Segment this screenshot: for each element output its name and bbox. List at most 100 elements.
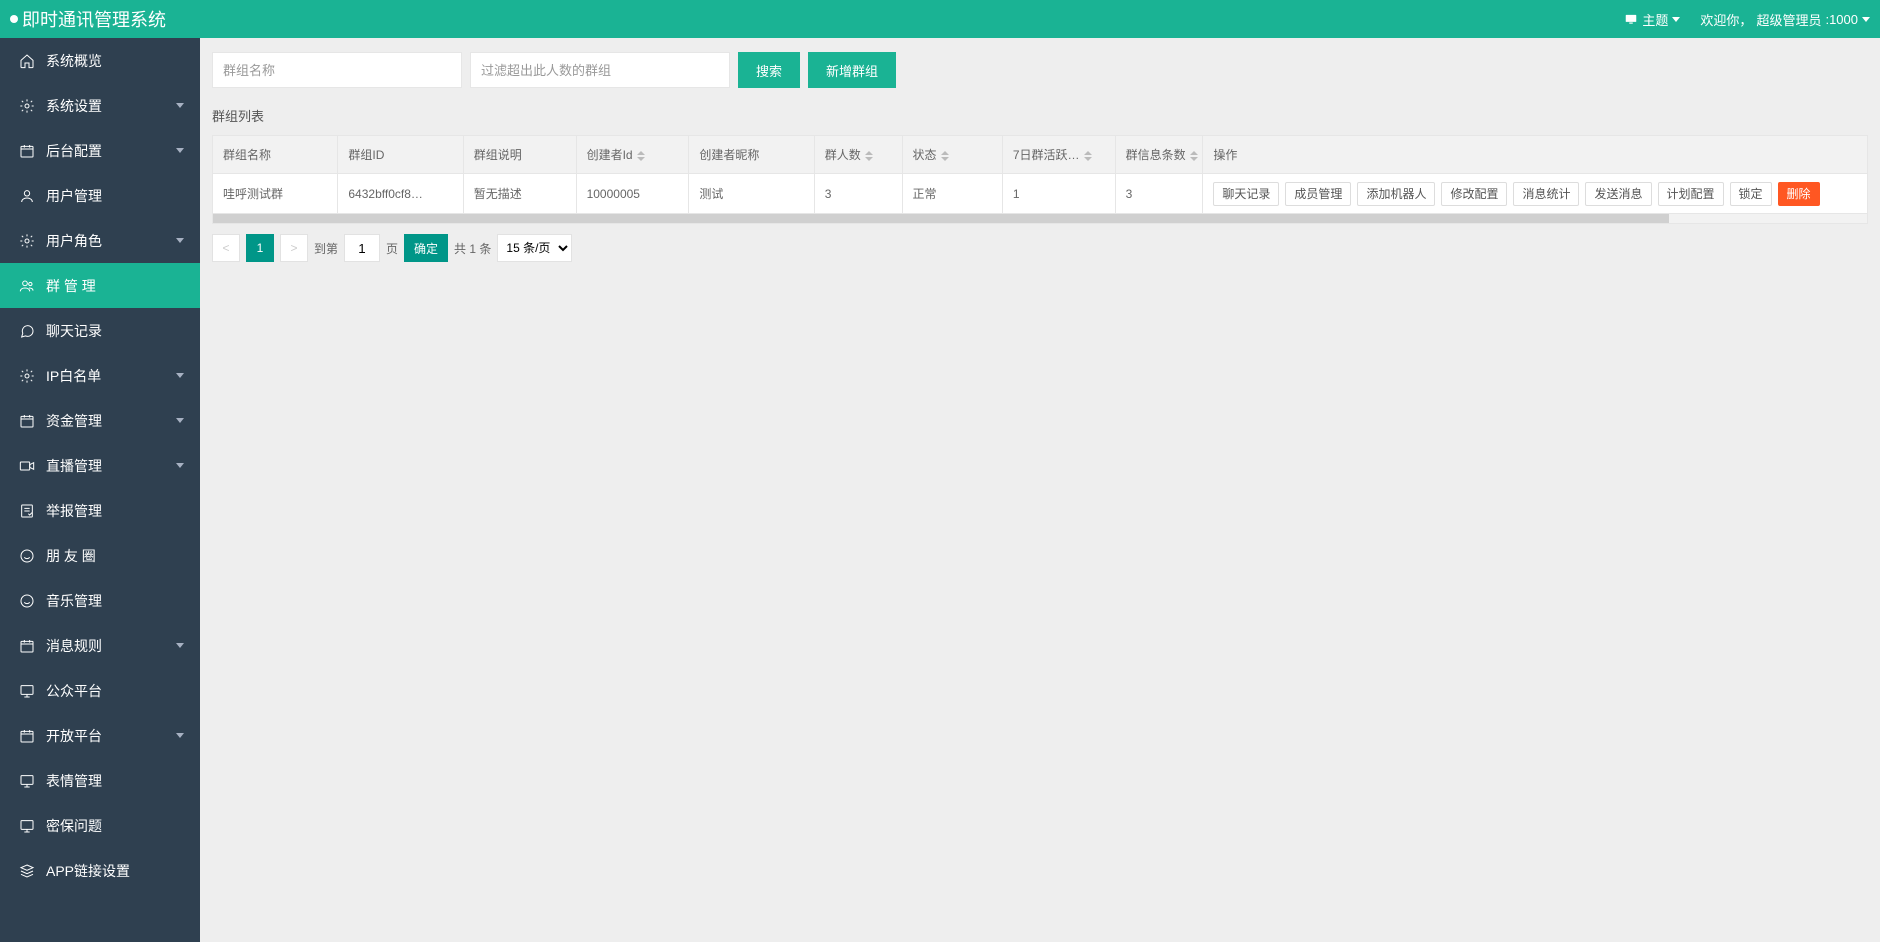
gear-icon [18, 97, 36, 115]
pager: < 1 > 到第 页 确定 共 1 条 15 条/页30 条/页50 条/页 [212, 234, 1868, 262]
cell: 6432bff0cf8… [338, 174, 463, 214]
horizontal-scrollbar[interactable] [212, 214, 1868, 224]
sidebar-item-16[interactable]: 表情管理 [0, 758, 200, 803]
sidebar-item-label: 音乐管理 [46, 591, 102, 611]
sidebar-item-5[interactable]: 群 管 理 [0, 263, 200, 308]
chevron-down-icon [176, 373, 184, 378]
table-header-8[interactable]: 群信息条数 [1115, 136, 1203, 174]
sidebar-item-12[interactable]: 音乐管理 [0, 578, 200, 623]
header-label: 群组ID [348, 148, 384, 162]
screen-icon [18, 817, 36, 835]
caret-down-icon [1672, 17, 1680, 22]
action-button-8[interactable]: 删除 [1778, 182, 1820, 206]
prev-page-button[interactable]: < [212, 234, 240, 262]
main-content: 搜索 新增群组 群组列表 群组名称群组ID群组说明创建者Id创建者昵称群人数状态… [200, 38, 1880, 942]
sidebar-item-label: 表情管理 [46, 771, 102, 791]
cell: 1 [1002, 174, 1115, 214]
sidebar-item-1[interactable]: 系统设置 [0, 83, 200, 128]
table-header-5[interactable]: 群人数 [814, 136, 902, 174]
chevron-down-icon [176, 148, 184, 153]
chevron-down-icon [176, 103, 184, 108]
table-wrap: 群组名称群组ID群组说明创建者Id创建者昵称群人数状态7日群活跃…群信息条数操作… [212, 135, 1868, 224]
sidebar-item-label: 朋 友 圈 [46, 546, 96, 566]
action-button-6[interactable]: 计划配置 [1658, 182, 1724, 206]
welcome-user[interactable]: 欢迎你， 超级管理员 :1000 [1700, 10, 1870, 29]
sidebar-item-11[interactable]: 朋 友 圈 [0, 533, 200, 578]
action-button-0[interactable]: 聊天记录 [1213, 182, 1279, 206]
action-button-3[interactable]: 修改配置 [1441, 182, 1507, 206]
header-label: 创建者昵称 [699, 148, 759, 162]
goto-suffix: 页 [386, 240, 398, 257]
app-title: 即时通讯管理系统 [22, 6, 166, 32]
sidebar-item-0[interactable]: 系统概览 [0, 38, 200, 83]
sidebar-item-10[interactable]: 举报管理 [0, 488, 200, 533]
chevron-down-icon [176, 733, 184, 738]
header-label: 群信息条数 [1126, 148, 1186, 162]
sidebar-item-7[interactable]: IP白名单 [0, 353, 200, 398]
table-header-3[interactable]: 创建者Id [576, 136, 689, 174]
action-button-2[interactable]: 添加机器人 [1357, 182, 1435, 206]
action-button-7[interactable]: 锁定 [1730, 182, 1772, 206]
action-button-5[interactable]: 发送消息 [1585, 182, 1651, 206]
scrollbar-thumb[interactable] [213, 214, 1669, 223]
table-header-7[interactable]: 7日群活跃… [1002, 136, 1115, 174]
header-left: 即时通讯管理系统 [10, 6, 166, 32]
chevron-down-icon [176, 643, 184, 648]
smile-icon [18, 592, 36, 610]
sidebar-item-label: 开放平台 [46, 726, 102, 746]
sidebar-item-18[interactable]: APP链接设置 [0, 848, 200, 893]
cell: 暂无描述 [463, 174, 576, 214]
next-page-button[interactable]: > [280, 234, 308, 262]
video-icon [18, 457, 36, 475]
sidebar-item-3[interactable]: 用户管理 [0, 173, 200, 218]
action-button-4[interactable]: 消息统计 [1513, 182, 1579, 206]
sidebar-item-label: APP链接设置 [46, 861, 130, 881]
sidebar-item-label: 用户角色 [46, 231, 102, 251]
welcome-prefix: 欢迎你， [1700, 10, 1752, 29]
goto-page-input[interactable] [344, 234, 380, 262]
admin-id: :1000 [1825, 12, 1858, 27]
sidebar-item-label: 群 管 理 [46, 276, 96, 296]
sort-icon [941, 151, 949, 161]
screen-icon [18, 682, 36, 700]
goto-confirm-button[interactable]: 确定 [404, 234, 448, 262]
theme-toggle[interactable]: 主题 [1624, 10, 1680, 29]
sidebar-item-14[interactable]: 公众平台 [0, 668, 200, 713]
search-button[interactable]: 搜索 [738, 52, 800, 88]
sidebar-item-4[interactable]: 用户角色 [0, 218, 200, 263]
sidebar-item-label: 消息规则 [46, 636, 102, 656]
sidebar-item-label: 用户管理 [46, 186, 102, 206]
page-1-button[interactable]: 1 [246, 234, 274, 262]
sidebar-item-15[interactable]: 开放平台 [0, 713, 200, 758]
gear-icon [18, 232, 36, 250]
admin-role: 超级管理员 [1756, 10, 1821, 29]
sidebar-item-6[interactable]: 聊天记录 [0, 308, 200, 353]
calendar-icon [18, 412, 36, 430]
sort-icon [637, 151, 645, 161]
sidebar-item-13[interactable]: 消息规则 [0, 623, 200, 668]
screen-icon [18, 772, 36, 790]
per-page-select[interactable]: 15 条/页30 条/页50 条/页 [497, 234, 572, 262]
logo-dot-icon [10, 15, 18, 23]
list-title: 群组列表 [200, 102, 1880, 135]
table-row: 哇呼测试群6432bff0cf8…暂无描述10000005测试3正常13聊天记录… [213, 174, 1868, 214]
users-icon [18, 277, 36, 295]
search-input[interactable] [212, 52, 462, 88]
table-header-6[interactable]: 状态 [902, 136, 1002, 174]
add-group-button[interactable]: 新增群组 [808, 52, 896, 88]
sidebar-item-9[interactable]: 直播管理 [0, 443, 200, 488]
header-label: 7日群活跃… [1013, 148, 1080, 162]
sidebar-item-label: 后台配置 [46, 141, 102, 161]
sidebar-item-8[interactable]: 资金管理 [0, 398, 200, 443]
sidebar-item-17[interactable]: 密保问题 [0, 803, 200, 848]
sidebar-item-label: 聊天记录 [46, 321, 102, 341]
sort-icon [1190, 151, 1198, 161]
chevron-down-icon [176, 463, 184, 468]
chevron-down-icon [176, 238, 184, 243]
sidebar-item-2[interactable]: 后台配置 [0, 128, 200, 173]
group-table: 群组名称群组ID群组说明创建者Id创建者昵称群人数状态7日群活跃…群信息条数操作… [212, 135, 1868, 214]
action-button-1[interactable]: 成员管理 [1285, 182, 1351, 206]
sidebar-item-label: 公众平台 [46, 681, 102, 701]
filter-input[interactable] [470, 52, 730, 88]
total-text: 共 1 条 [454, 240, 491, 257]
